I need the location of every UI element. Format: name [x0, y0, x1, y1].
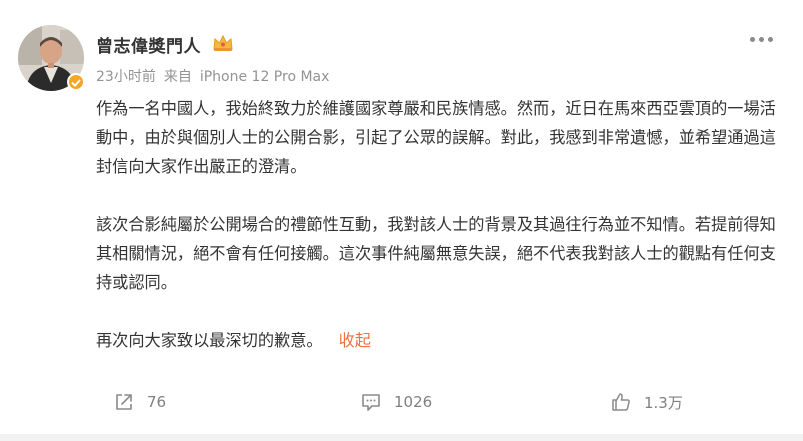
repost-icon [116, 394, 132, 410]
collapse-link[interactable]: 收起 [339, 331, 371, 350]
post-last-paragraph: 再次向大家致以最深切的歉意。 [96, 331, 323, 350]
author-name[interactable]: 曾志偉獎門人 [96, 32, 201, 57]
avatar-container[interactable] [18, 25, 85, 91]
repost-count: 76 [147, 393, 167, 411]
comment-button[interactable]: 1026 [360, 384, 432, 420]
post-time[interactable]: 23小时前 [96, 66, 156, 86]
thumbs-up-icon [612, 393, 630, 411]
source-prefix: 来自 [163, 69, 192, 85]
like-button[interactable]: 1.3万 [610, 384, 683, 420]
card-divider [0, 434, 803, 441]
verified-badge-icon [67, 73, 85, 91]
post-card: 曾志偉獎門人 23小时前 来自 iPhone 12 Pro Max 作為一名中國人，… [0, 0, 803, 441]
comment-count: 1026 [394, 393, 433, 411]
post-paragraph-3: 再次向大家致以最深切的歉意。 收起 [96, 326, 786, 355]
post-meta: 23小时前 来自 iPhone 12 Pro Max [96, 66, 329, 86]
action-bar: 76 1026 1.3万 [0, 384, 803, 420]
more-dots-icon[interactable] [750, 27, 780, 42]
like-count: 1.3万 [644, 393, 683, 412]
post-content: 作為一名中國人，我始終致力於維護國家尊嚴和民族情感。然而，近日在馬來西亞雲頂的一… [96, 94, 786, 355]
comment-icon [362, 394, 380, 411]
post-paragraph-2: 該次合影純屬於公開場合的禮節性互動，我對該人士的背景及其過往行為並不知情。若提前… [96, 215, 776, 292]
source-device: iPhone 12 Pro Max [199, 69, 330, 85]
crown-icon[interactable] [212, 34, 234, 52]
post-paragraph-1: 作為一名中國人，我始終致力於維護國家尊嚴和民族情感。然而，近日在馬來西亞雲頂的一… [96, 99, 776, 176]
repost-button[interactable]: 76 [113, 384, 166, 420]
